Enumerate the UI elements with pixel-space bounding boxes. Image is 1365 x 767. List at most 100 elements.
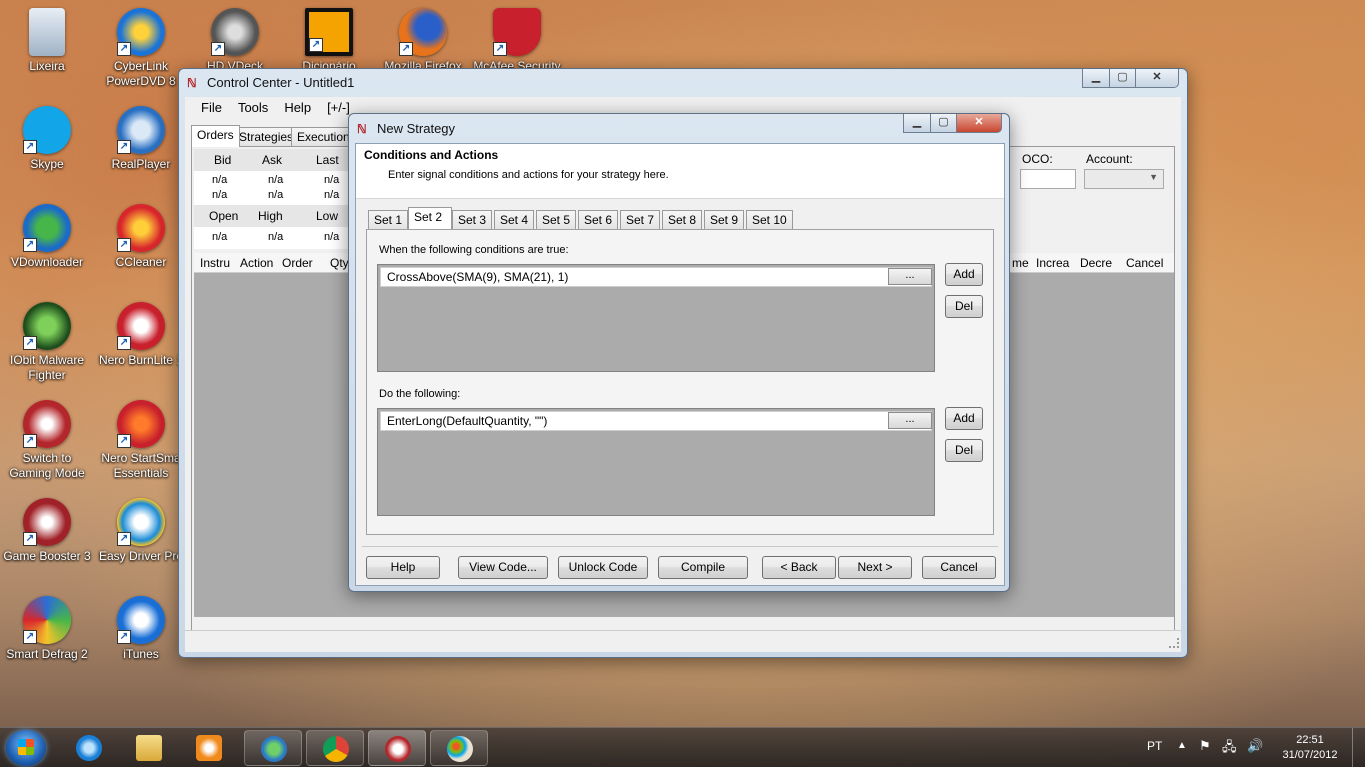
condition-edit-button[interactable]: ... [888,268,932,285]
action-edit-button[interactable]: ... [888,412,932,429]
column-time[interactable]: me [1012,256,1029,270]
ninjatrader-icon [385,736,411,762]
taskbar-paint[interactable] [430,730,488,766]
taskbar-media-player[interactable] [180,730,238,766]
smart-defrag-icon: ↗ [23,596,71,644]
tab-set-4[interactable]: Set 4 [494,210,535,230]
language-indicator[interactable]: PT [1147,739,1162,753]
resize-grip-icon[interactable] [1169,638,1179,648]
tab-strategies[interactable]: Strategies [233,127,300,147]
tab-set-8[interactable]: Set 8 [662,210,703,230]
taskbar-internet-explorer[interactable] [60,730,118,766]
clock-time: 22:51 [1296,734,1324,746]
paint-palette-icon [447,736,473,762]
desktop-icon-game-booster[interactable]: ↗ Game Booster 3 [0,498,94,564]
tab-set-1[interactable]: Set 1 [368,210,409,230]
desktop-icon-nero-burnlite[interactable]: ↗ Nero BurnLite 1 [94,302,188,368]
desktop-icon-recycle-bin[interactable]: Lixeira [0,8,94,74]
add-condition-button[interactable]: Add [945,263,983,286]
tab-set-2[interactable]: Set 2 [408,207,452,229]
start-button[interactable] [6,730,46,766]
show-desktop-button[interactable] [1352,728,1365,767]
actions-label: Do the following: [379,388,461,400]
taskbar-ninjatrader[interactable] [368,730,426,766]
desktop-icon-ccleaner[interactable]: ↗ CCleaner [94,204,188,270]
messenger-icon [261,736,287,762]
oco-input[interactable] [1020,169,1076,189]
windows-logo-icon [18,739,34,755]
delete-action-button[interactable]: Del [945,439,983,462]
taskbar: PT ▲ ⚑ 🖧 🔊 22:51 31/07/2012 [0,727,1365,767]
maximize-button[interactable]: ▢ [1109,69,1136,88]
desktop-icon-vdownloader[interactable]: ↗ VDownloader [0,204,94,270]
desktop-icon-label: CCleaner [115,255,167,269]
column-order[interactable]: Order [282,256,313,270]
back-button[interactable]: < Back [762,556,836,579]
skype-icon: ↗ [23,106,71,154]
column-cancel[interactable]: Cancel [1126,256,1163,270]
unlock-code-button[interactable]: Unlock Code [558,556,648,579]
desktop-icon-skype[interactable]: ↗ Skype [0,106,94,172]
taskbar-messenger[interactable] [244,730,302,766]
desktop-icon-itunes[interactable]: ↗ iTunes [94,596,188,662]
help-button[interactable]: Help [366,556,440,579]
clock-date: 31/07/2012 [1282,749,1338,761]
cancel-button[interactable]: Cancel [922,556,996,579]
tab-set-5[interactable]: Set 5 [536,210,577,230]
desktop-icon-iobit-malware-fighter[interactable]: ↗ IObit Malware Fighter [0,302,94,383]
condition-row[interactable]: CrossAbove(SMA(9), SMA(21), 1) [380,267,932,287]
taskbar-explorer[interactable] [120,730,178,766]
compile-button[interactable]: Compile [658,556,748,579]
desktop-icon-switch-to-gaming-mode[interactable]: ↗ Switch to Gaming Mode [0,400,94,481]
column-increase[interactable]: Increa [1036,256,1069,270]
folder-icon [136,735,162,761]
desktop-icon-smart-defrag[interactable]: ↗ Smart Defrag 2 [0,596,94,662]
column-decrease[interactable]: Decre [1080,256,1112,270]
low-header: Low [316,209,339,223]
column-qty[interactable]: Qty [330,256,349,270]
tab-orders[interactable]: Orders [191,125,240,147]
next-button[interactable]: Next > [838,556,912,579]
clock[interactable]: 22:51 31/07/2012 [1276,733,1344,763]
desktop-icon-firefox[interactable]: ↗ Mozilla Firefox [376,8,470,74]
action-center-flag-icon[interactable]: ⚑ [1199,738,1211,754]
view-code-button[interactable]: View Code... [458,556,548,579]
menu-file[interactable]: File [193,97,230,119]
menu-tools[interactable]: Tools [230,97,276,119]
tab-set-6[interactable]: Set 6 [578,210,619,230]
desktop-icon-dicionario[interactable]: ↗ Dicionário [282,8,376,74]
close-button[interactable]: ✕ [1135,69,1179,88]
volume-icon[interactable]: 🔊 [1247,738,1263,754]
desktop-icon-realplayer[interactable]: ↗ RealPlayer [94,106,188,172]
menu-help[interactable]: Help [276,97,319,119]
tab-set-10[interactable]: Set 10 [746,210,793,230]
conditions-label: When the following conditions are true: [379,244,569,256]
taskbar-chrome[interactable] [306,730,364,766]
account-select[interactable]: ▼ [1084,169,1164,189]
column-instrument[interactable]: Instru [200,256,230,270]
dialog-maximize-button[interactable]: ▢ [930,114,957,133]
desktop-icon-mcafee[interactable]: ↗ McAfee Security [470,8,564,74]
bid-header: Bid [214,153,232,167]
desktop-icon-hd-vdeck[interactable]: ↗ HD VDeck [188,8,282,74]
add-action-button[interactable]: Add [945,407,983,430]
desktop-icon-label: Skype [30,157,64,171]
network-icon[interactable]: 🖧 [1222,738,1237,760]
tab-set-7[interactable]: Set 7 [620,210,661,230]
desktop-icon-easy-driver-pro[interactable]: ↗ Easy Driver Pro [94,498,188,564]
show-hidden-icons-icon[interactable]: ▲ [1177,740,1187,751]
column-action[interactable]: Action [240,256,273,270]
minimize-button[interactable]: ▁ [1082,69,1110,88]
desktop-icon-powerdvd[interactable]: ↗ CyberLink PowerDVD 8 [94,8,188,89]
dialog-close-button[interactable]: ✕ [956,114,1002,133]
account-label: Account: [1086,152,1133,166]
delete-condition-button[interactable]: Del [945,295,983,318]
high-header: High [258,209,283,223]
desktop-icon-nero-startsmart[interactable]: ↗ Nero StartSma Essentials [94,400,188,481]
internet-explorer-icon [76,735,102,761]
dialog-minimize-button[interactable]: ▁ [903,114,931,133]
action-row[interactable]: EnterLong(DefaultQuantity, "") [380,411,932,431]
tab-set-9[interactable]: Set 9 [704,210,745,230]
ninjatrader-logo-icon: ℕ [357,121,367,136]
tab-set-3[interactable]: Set 3 [452,210,493,230]
